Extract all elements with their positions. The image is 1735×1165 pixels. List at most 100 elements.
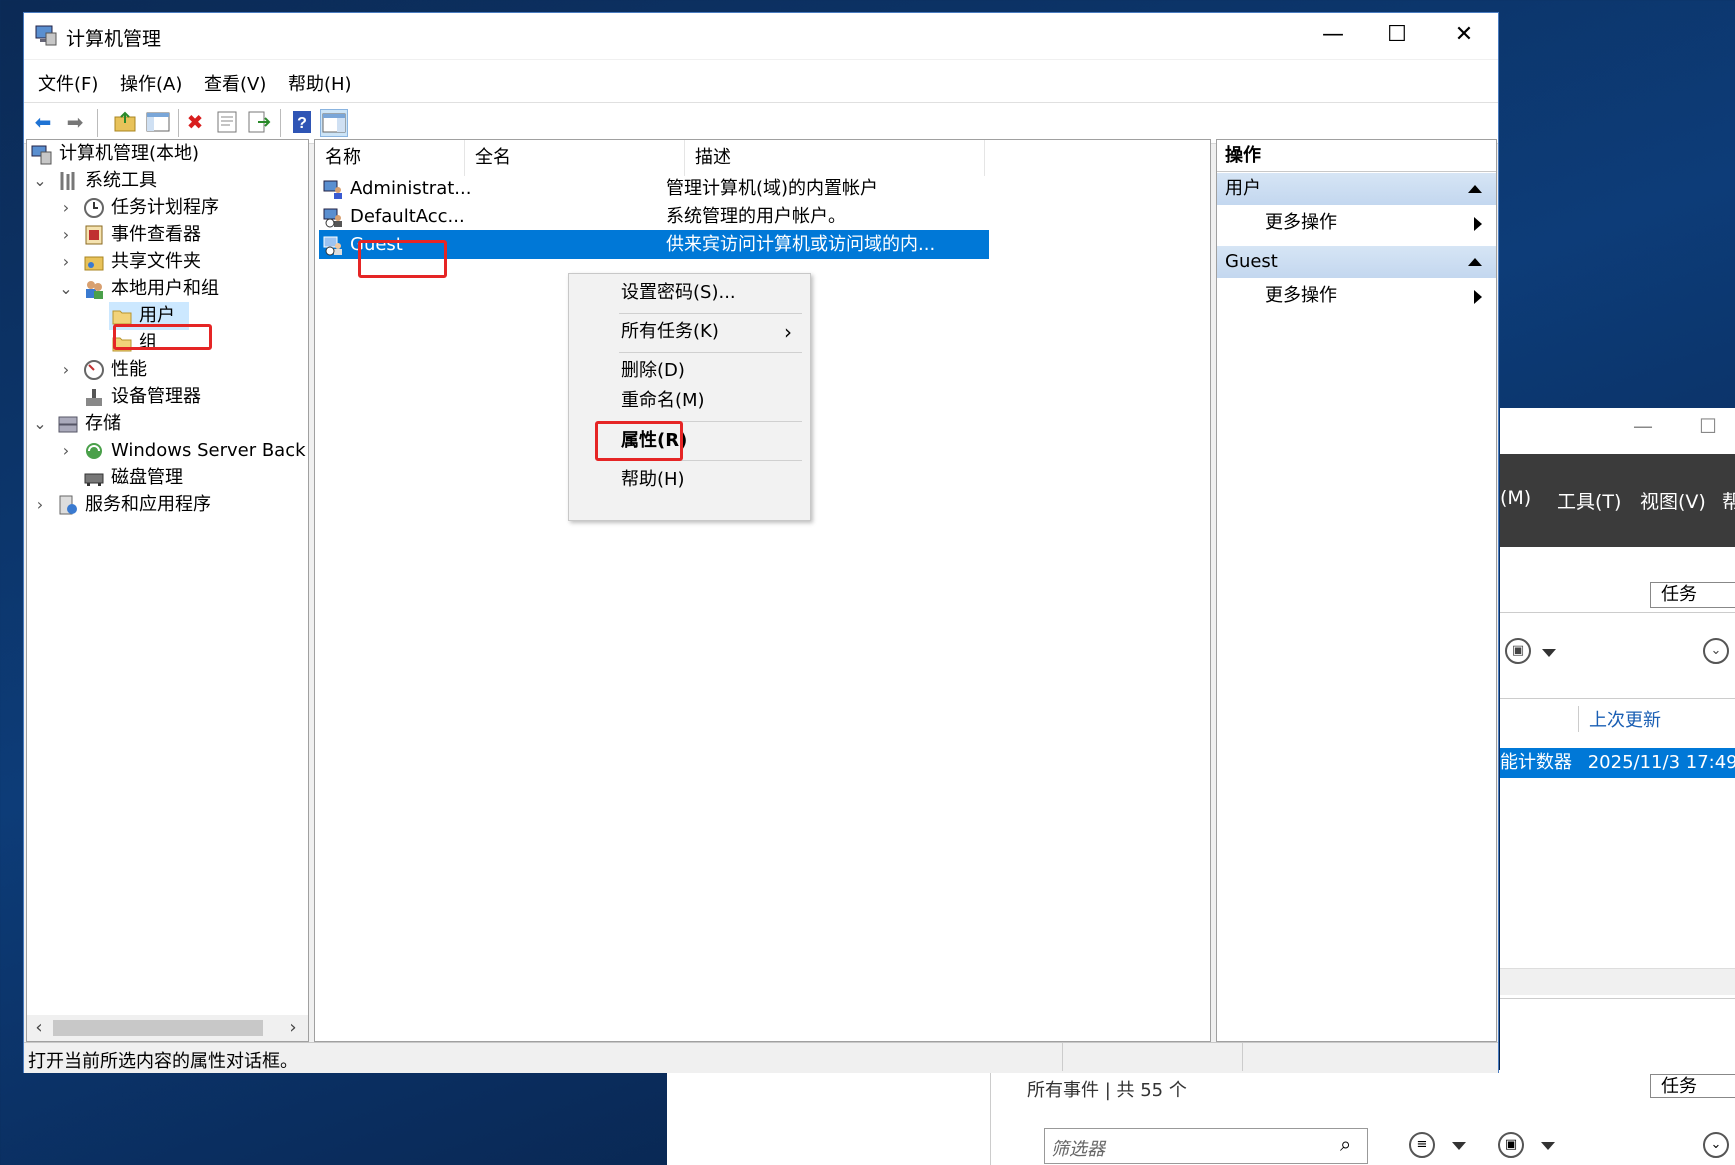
dropdown-arrow-icon[interactable]: [1541, 1142, 1555, 1150]
bg-task-label-2: 任务: [1661, 1076, 1697, 1097]
actions-group-users[interactable]: 用户: [1217, 173, 1496, 205]
scroll-left-icon[interactable]: ‹: [29, 1017, 49, 1038]
expand-icon[interactable]: ⌄: [1703, 638, 1729, 664]
chevron-right-icon[interactable]: ›: [59, 248, 73, 276]
menu-item-help[interactable]: 帮助(H): [569, 465, 808, 495]
more-actions-guest[interactable]: 更多操作: [1217, 278, 1496, 314]
chevron-right-icon[interactable]: ›: [59, 221, 73, 249]
bg-selected-row[interactable]: 能计数器 2025/11/3 17:49:: [1500, 748, 1735, 778]
window-title: 计算机管理: [66, 28, 162, 50]
submenu-arrow-icon: [1474, 217, 1482, 231]
help-icon[interactable]: ?: [289, 109, 315, 135]
computer-management-icon: [35, 25, 57, 46]
menu-bar: 文件(F) 操作(A) 查看(V) 帮助(H): [24, 60, 1498, 103]
computer-management-icon: [31, 145, 52, 165]
list-view-icon[interactable]: ≡: [1409, 1132, 1435, 1158]
tree-label: 任务计划程序: [111, 197, 219, 218]
shared-folder-icon: [84, 256, 104, 271]
collapse-up-icon[interactable]: [1468, 258, 1482, 266]
more-actions-users[interactable]: 更多操作: [1217, 205, 1496, 241]
server-manager-window: — ☐ (M) 工具(T) 视图(V) 帮 任务 ▣ ⌄ 上次更新 能计数器 2…: [1500, 408, 1735, 1165]
close-button[interactable]: ✕: [1431, 13, 1497, 59]
chevron-right-icon[interactable]: ›: [33, 491, 47, 519]
search-icon[interactable]: ⌕: [1340, 1132, 1351, 1156]
up-folder-icon[interactable]: [112, 109, 138, 135]
minimize-button[interactable]: —: [1300, 13, 1366, 59]
dropdown-arrow-icon[interactable]: [1542, 649, 1556, 657]
event-viewer-icon: [85, 225, 103, 245]
bg-maximize-button[interactable]: ☐: [1699, 414, 1717, 438]
chevron-right-icon: ›: [784, 320, 792, 344]
actions-group-guest[interactable]: Guest: [1217, 246, 1496, 278]
user-disabled-icon: [323, 236, 342, 256]
server-manager-titlebar: — ☐: [1500, 408, 1735, 455]
chevron-down-icon[interactable]: ⌄: [33, 167, 47, 195]
save-icon[interactable]: ▣: [1505, 638, 1531, 664]
tree-label: 设备管理器: [111, 386, 201, 407]
bg-task-dropdown[interactable]: 任务: [1650, 582, 1735, 608]
tree-label: 共享文件夹: [111, 251, 201, 272]
chevron-down-icon[interactable]: ⌄: [59, 275, 73, 303]
user-description: 管理计算机(域)的内置帐户: [666, 178, 879, 199]
user-name: Administrat...: [350, 178, 472, 199]
toolbar: ⬅ ➡ ✖ ?: [24, 103, 1498, 144]
list-item[interactable]: DefaultAcc... 系统管理的用户帐户。: [319, 202, 989, 231]
tree-horizontal-scrollbar[interactable]: ‹ ›: [27, 1015, 308, 1041]
show-hide-action-pane-icon[interactable]: [320, 109, 348, 137]
highlight-box-users: [113, 324, 212, 350]
menu-item-all-tasks[interactable]: 所有任务(K) ›: [569, 317, 808, 347]
menu-item-delete[interactable]: 删除(D): [569, 356, 808, 386]
forward-icon[interactable]: ➡: [62, 109, 88, 135]
bg-last-update-header[interactable]: 上次更新: [1589, 706, 1661, 732]
dropdown-arrow-icon[interactable]: [1452, 1142, 1466, 1150]
bg-hscrollbar[interactable]: [1500, 968, 1735, 995]
properties-icon[interactable]: [214, 109, 240, 135]
actions-header: 操作: [1217, 140, 1496, 172]
users-group-icon: [86, 281, 103, 299]
user-disabled-icon: [323, 208, 342, 228]
chevron-right-icon[interactable]: ›: [59, 437, 73, 465]
collapse-up-icon[interactable]: [1468, 185, 1482, 193]
show-hide-tree-icon[interactable]: [145, 109, 171, 135]
column-header-description[interactable]: 描述: [685, 140, 985, 176]
bg-task-dropdown-2[interactable]: 任务: [1650, 1074, 1735, 1098]
export-list-icon[interactable]: [246, 109, 272, 135]
menu-help[interactable]: 帮助(H): [288, 70, 352, 96]
menu-action[interactable]: 操作(A): [120, 70, 182, 96]
services-icon: [59, 495, 77, 515]
clock-icon: [84, 198, 104, 218]
column-header-fullname[interactable]: 全名: [465, 140, 685, 176]
menu-item-rename[interactable]: 重命名(M): [569, 386, 808, 416]
bg-menu-item[interactable]: (M): [1500, 487, 1531, 509]
tree-label: 磁盘管理: [111, 467, 183, 488]
filter-placeholder: 筛选器: [1051, 1139, 1105, 1160]
column-header-name[interactable]: 名称: [315, 140, 465, 176]
chevron-right-icon[interactable]: ›: [59, 356, 73, 384]
scroll-right-icon[interactable]: ›: [283, 1017, 303, 1038]
back-icon[interactable]: ⬅: [30, 109, 56, 135]
status-bar: 打开当前所选内容的属性对话框。: [24, 1042, 1498, 1073]
user-description: 系统管理的用户帐户。: [666, 206, 846, 227]
filter-input[interactable]: 筛选器 ⌕: [1044, 1128, 1368, 1164]
maximize-button[interactable]: ☐: [1364, 13, 1430, 59]
chevron-down-icon[interactable]: ⌄: [33, 410, 47, 438]
chevron-right-icon[interactable]: ›: [59, 194, 73, 222]
menu-item-set-password[interactable]: 设置密码(S)...: [569, 278, 808, 308]
menu-file[interactable]: 文件(F): [38, 70, 98, 96]
save-icon[interactable]: ▣: [1498, 1132, 1524, 1158]
bg-task-label: 任务: [1661, 584, 1697, 605]
bg-menu-help[interactable]: 帮: [1722, 487, 1735, 514]
bg-menu-tools[interactable]: 工具(T): [1557, 487, 1621, 514]
highlight-box-guest: [358, 240, 447, 278]
highlight-box-properties: [595, 421, 683, 461]
menu-view[interactable]: 查看(V): [204, 70, 266, 96]
title-bar: 计算机管理 — ☐ ✕: [24, 13, 1498, 59]
list-item[interactable]: Administrat... 管理计算机(域)的内置帐户: [319, 174, 989, 203]
bg-minimize-button[interactable]: —: [1633, 414, 1653, 438]
bg-menu-view[interactable]: 视图(V): [1640, 487, 1706, 514]
scrollbar-thumb[interactable]: [53, 1020, 263, 1036]
expand-icon[interactable]: ⌄: [1703, 1132, 1729, 1158]
menu-item-label: 所有任务(K): [621, 321, 719, 342]
tree-label: 性能: [111, 359, 147, 380]
delete-icon[interactable]: ✖: [182, 109, 208, 135]
